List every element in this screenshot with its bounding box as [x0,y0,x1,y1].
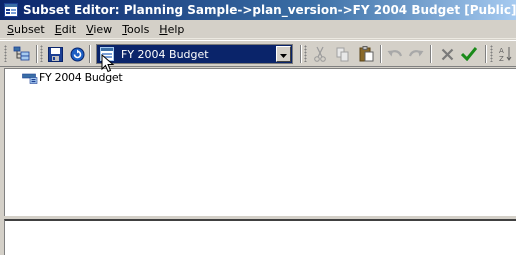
save-button[interactable] [45,44,65,64]
title-bar: Subset Editor: Planning Sample->plan_ver… [0,0,516,20]
ok-button[interactable] [459,44,479,64]
paste-icon [359,46,374,62]
subset-combo-value: FY 2004 Budget [121,47,209,61]
svg-text:A: A [499,47,504,55]
toolbar-separator [380,45,382,63]
menu-edit[interactable]: Edit [50,23,81,36]
toolbar-separator [430,45,432,63]
toolbar-grip[interactable] [490,45,493,62]
toolbar-separator [300,45,302,63]
cut-icon [313,46,327,62]
subset-combo[interactable]: FY 2004 Budget [96,44,293,64]
toolbar-separator [89,45,91,63]
element-node-icon [22,70,38,84]
menu-bar: Subset Edit View Tools Help [0,20,516,39]
refresh-icon [70,47,85,62]
subset-tree-panel[interactable]: FY 2004 Budget [4,68,516,216]
menu-edit-accel: E [54,22,62,36]
toolbar-separator [485,45,487,63]
menu-edit-label: dit [61,22,77,36]
subset-tree-button[interactable] [12,44,32,64]
menu-help[interactable]: Help [154,23,189,36]
delete-icon [441,48,454,61]
sort-button[interactable]: A Z [497,44,515,64]
menu-help-label: elp [167,22,185,36]
ok-checkmark-icon [461,47,477,61]
copy-icon [336,47,350,62]
copy-button[interactable] [333,44,353,64]
chevron-down-icon [280,48,287,61]
redo-icon [408,48,424,60]
menu-tools[interactable]: Tools [117,23,154,36]
toolbar: FY 2004 Budget A Z [0,40,516,67]
toolbar-grip[interactable] [40,45,43,62]
subset-editor-app-icon [4,3,18,17]
menu-tools-label: ools [127,22,150,36]
menu-view[interactable]: View [81,23,117,36]
menu-subset-label: ubset [13,22,45,36]
combo-dropdown-button[interactable] [276,46,291,62]
menu-help-accel: H [159,22,168,36]
save-icon [47,46,63,62]
menu-subset[interactable]: Subset [2,23,50,36]
undo-button[interactable] [385,44,405,64]
menu-subset-accel: S [7,22,14,36]
paste-button[interactable] [356,44,376,64]
window-title: Subset Editor: Planning Sample->plan_ver… [23,3,516,17]
delete-button[interactable] [437,44,457,64]
toolbar-separator [36,45,38,63]
mouse-pointer-icon [101,53,115,74]
toolbar-grip[interactable] [304,45,307,62]
redo-button[interactable] [406,44,426,64]
cut-button[interactable] [310,44,330,64]
sort-icon: A Z [499,46,513,62]
menu-view-label: iew [93,22,113,36]
subset-tree-icon [13,46,31,62]
undo-icon [387,48,403,60]
refresh-button[interactable] [67,44,87,64]
toolbar-grip[interactable] [4,45,7,62]
expression-panel[interactable] [4,219,516,255]
svg-text:Z: Z [499,55,504,62]
